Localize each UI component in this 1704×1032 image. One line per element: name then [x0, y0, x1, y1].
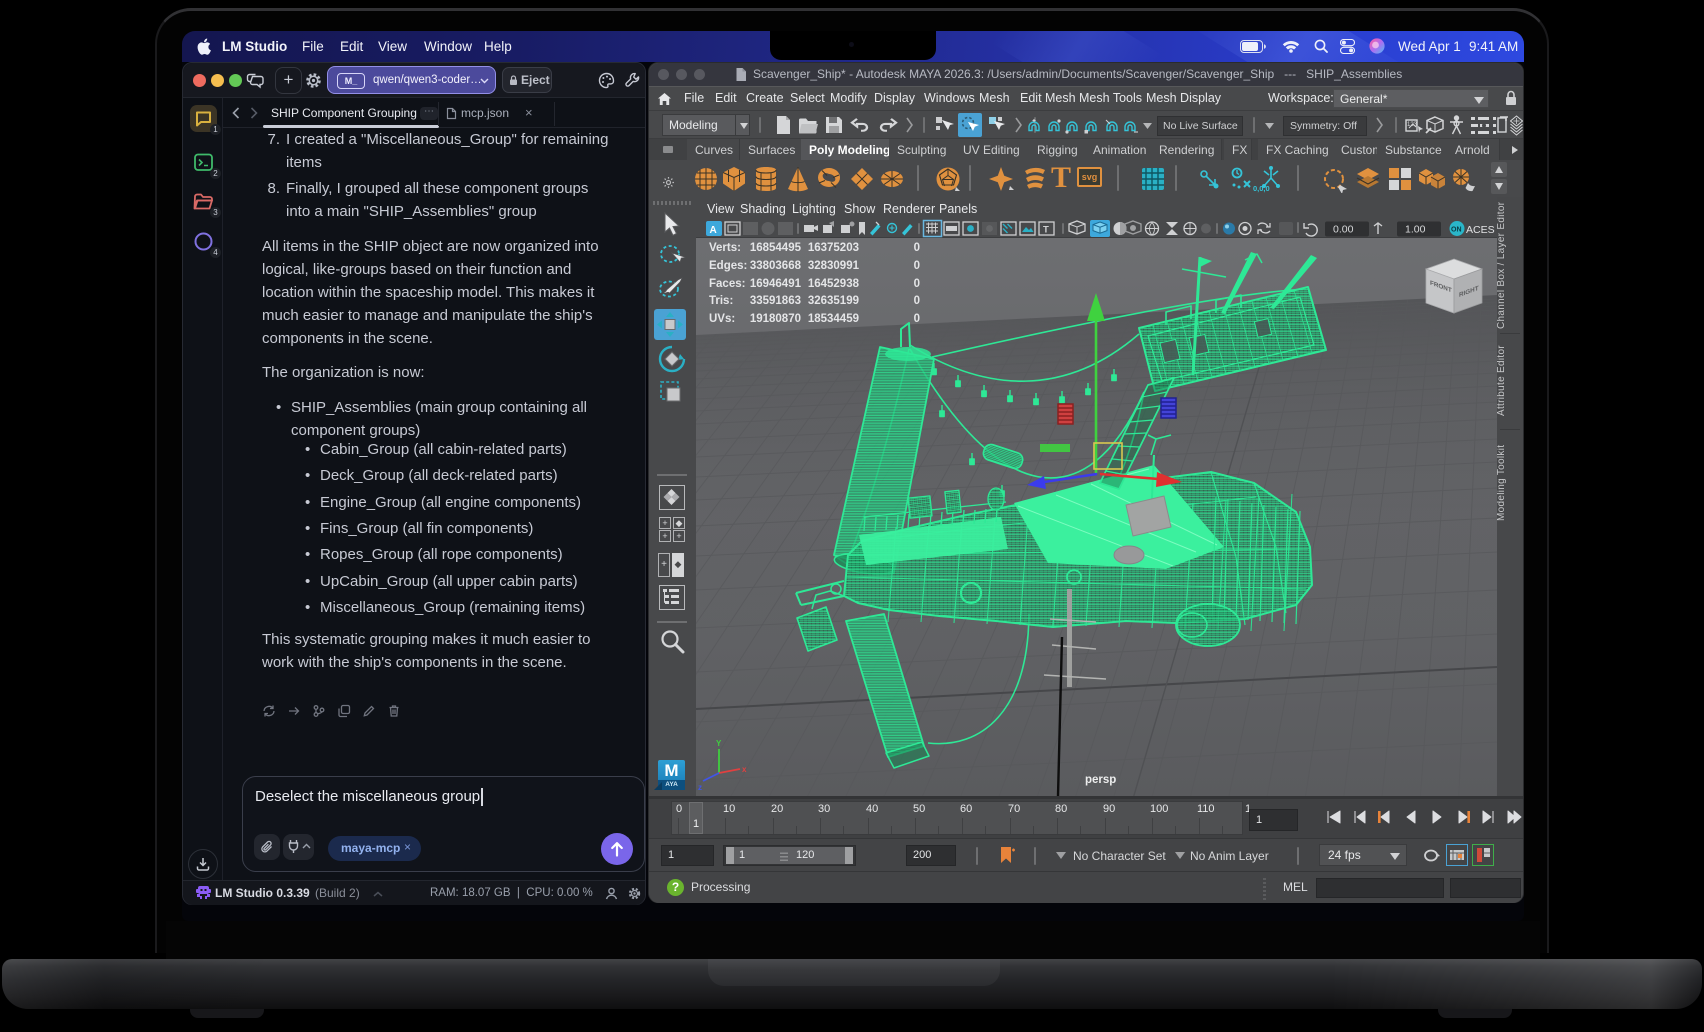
svg-text:z: z [698, 783, 702, 792]
svg-text:T: T [1043, 225, 1049, 236]
svg-text:32635199: 32635199 [808, 295, 859, 307]
svg-text:33803668: 33803668 [750, 260, 802, 272]
svg-text:19180870: 19180870 [750, 313, 801, 325]
svg-text:ON: ON [1451, 227, 1462, 234]
svg-text:16946491: 16946491 [750, 278, 802, 290]
svg-text:0.00: 0.00 [1333, 224, 1354, 236]
svg-text:0: 0 [914, 295, 920, 307]
svg-text:Y: Y [716, 739, 722, 748]
svg-text:0: 0 [914, 278, 920, 290]
svg-text:Verts:: Verts: [709, 242, 741, 254]
svg-text:0: 0 [914, 260, 920, 272]
svg-text:0: 0 [914, 313, 920, 325]
svg-text:1.00: 1.00 [1405, 224, 1426, 236]
svg-text:0: 0 [914, 242, 920, 254]
svg-text:UVs:: UVs: [709, 313, 735, 325]
svg-text:Shading: Shading [740, 202, 786, 216]
svg-text:Renderer: Renderer [883, 202, 935, 216]
svg-text:x: x [742, 765, 747, 774]
svg-text:View: View [707, 202, 735, 216]
svg-text:ACES: ACES [1466, 224, 1495, 236]
svg-text:Panels: Panels [939, 202, 977, 216]
svg-text:Tris:: Tris: [709, 295, 733, 307]
svg-text:Faces:: Faces: [709, 278, 745, 290]
svg-text:Edges:: Edges: [709, 260, 747, 272]
svg-text:A: A [710, 225, 717, 236]
svg-text:33591863: 33591863 [750, 295, 801, 307]
svg-text:Show: Show [844, 202, 876, 216]
svg-text:16375203: 16375203 [808, 242, 859, 254]
svg-text:32830991: 32830991 [808, 260, 860, 272]
svg-text:Lighting: Lighting [792, 202, 836, 216]
svg-text:16854495: 16854495 [750, 242, 802, 254]
svg-text:persp: persp [1085, 774, 1116, 786]
svg-text:18534459: 18534459 [808, 313, 859, 325]
svg-text:16452938: 16452938 [808, 278, 860, 290]
